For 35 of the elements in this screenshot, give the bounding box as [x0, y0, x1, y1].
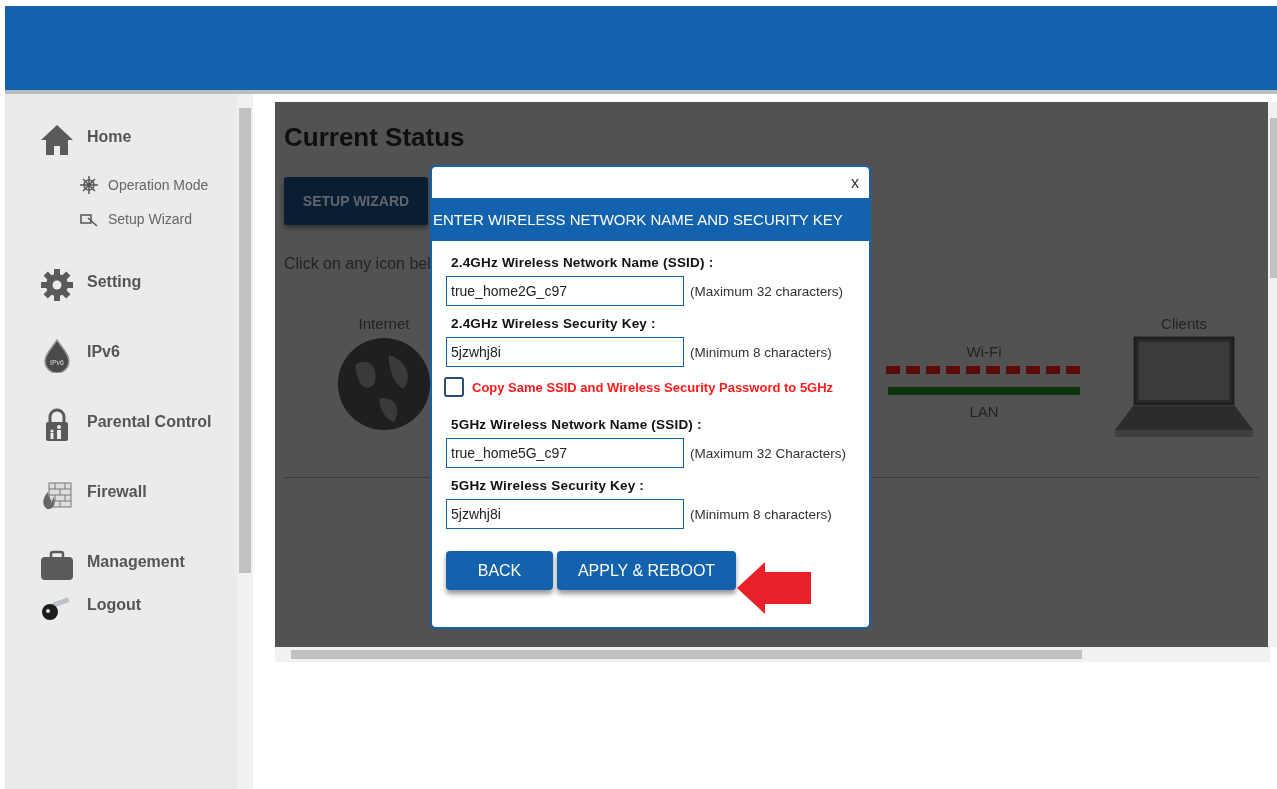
sidebar-item[interactable]: Setting	[87, 273, 142, 291]
field-note: (Minimum 8 characters)	[690, 506, 832, 522]
checkbox-label: Copy Same SSID and Wireless Security Password to 5GHz	[472, 379, 834, 395]
back-button[interactable]: BACK	[446, 551, 553, 590]
sidebar-subitem[interactable]: Operation Mode	[108, 177, 209, 193]
field-note: (Minimum 8 characters)	[690, 344, 832, 360]
close-button[interactable]: x	[847, 174, 869, 198]
apply-reboot-button[interactable]: APPLY & REBOOT	[557, 551, 736, 590]
input-field[interactable]: 5jzwhj8i	[446, 337, 684, 367]
home-icon[interactable]	[39, 122, 75, 158]
sidebar-item[interactable]: Parental Control	[87, 413, 212, 431]
field-label: 5GHz Wireless Network Name (SSID) :	[451, 417, 703, 432]
sidebar-item[interactable]: IPv6	[87, 343, 120, 361]
checkbox[interactable]	[444, 377, 464, 397]
field-note: (Maximum 32 Characters)	[690, 445, 847, 461]
field-note: (Maximum 32 characters)	[690, 283, 844, 299]
field-label: 2.4GHz Wireless Security Key :	[451, 316, 657, 331]
sidebar-item[interactable]: Management	[87, 553, 185, 571]
field-label: 5GHz Wireless Security Key :	[451, 478, 646, 493]
pointer-arrow-icon	[737, 562, 811, 614]
page-title: Current Status	[284, 122, 466, 153]
settings-icon[interactable]	[39, 267, 75, 303]
sidebar-item[interactable]: Firewall	[87, 483, 147, 501]
field-label: 2.4GHz Wireless Network Name (SSID) :	[451, 255, 715, 270]
sidebar-item[interactable]: Logout	[87, 596, 142, 614]
sidebar-scrollbar[interactable]	[237, 94, 253, 789]
input-field[interactable]: 5jzwhj8i	[446, 499, 684, 529]
ship-wheel-icon[interactable]	[79, 175, 99, 195]
dialog-title: ENTER WIRELESS NETWORK NAME AND SECURITY KEY	[432, 198, 869, 241]
input-field[interactable]: true_home2G_c97	[446, 276, 684, 306]
globe-icon[interactable]	[336, 336, 432, 432]
sidebar-subitem[interactable]: Setup Wizard	[108, 211, 193, 227]
horizontal-scrollbar[interactable]	[275, 647, 1270, 662]
sidebar-item[interactable]: Home	[87, 128, 132, 146]
input-field[interactable]: true_home5G_c97	[446, 438, 684, 468]
